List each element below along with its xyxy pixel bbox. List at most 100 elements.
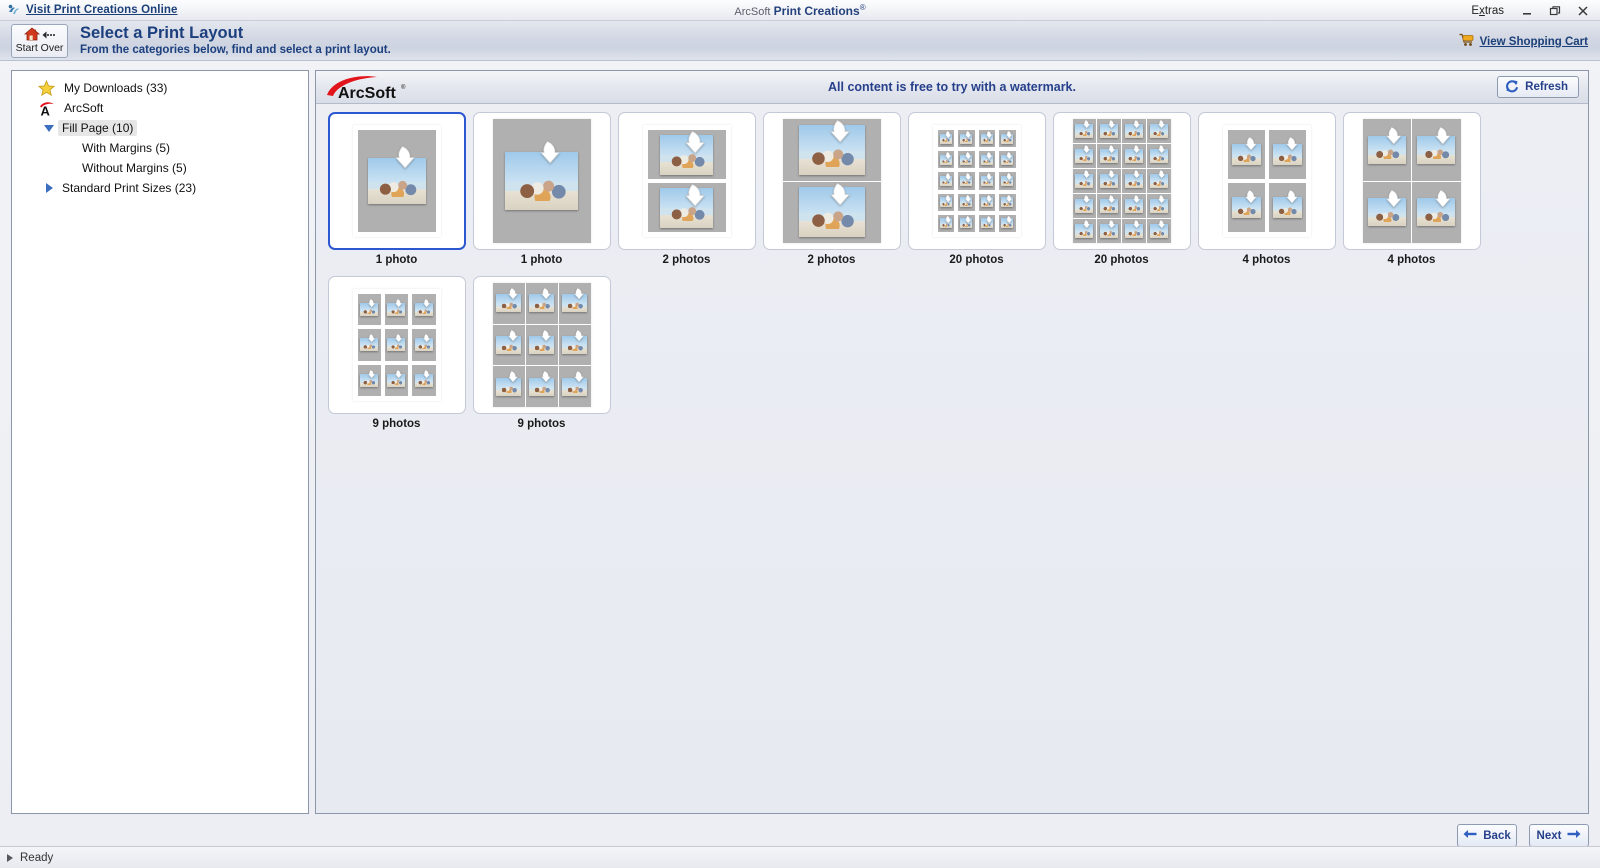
shopping-cart-icon bbox=[1459, 33, 1475, 50]
status-text: Ready bbox=[20, 851, 54, 864]
photo-slot-preview bbox=[958, 194, 975, 211]
photo-slot-preview bbox=[999, 172, 1016, 189]
photo-slot bbox=[1412, 119, 1461, 181]
photo-slot-preview bbox=[979, 172, 996, 189]
tree-item-fill-page-10[interactable]: Fill Page (10) bbox=[12, 118, 308, 138]
photo-slot-preview bbox=[1073, 194, 1097, 218]
photo-slot bbox=[357, 364, 381, 396]
layout-cell: 2 photos bbox=[759, 112, 904, 266]
photo-slot bbox=[1122, 119, 1146, 143]
page-preview bbox=[932, 125, 1021, 237]
photo-slot-preview bbox=[1147, 144, 1171, 168]
photo-slot bbox=[357, 130, 436, 232]
photo-slot bbox=[958, 172, 975, 190]
tree-item-standard-print-sizes-23[interactable]: Standard Print Sizes (23) bbox=[12, 178, 308, 198]
photo-slot-preview bbox=[1147, 219, 1171, 243]
page-preview bbox=[492, 283, 591, 407]
layout-thumbnail-2-photos[interactable] bbox=[762, 112, 901, 250]
start-over-button[interactable]: Start Over bbox=[11, 23, 68, 58]
layout-cell: 20 photos bbox=[1049, 112, 1194, 266]
photo-slot-preview bbox=[979, 194, 996, 211]
drop-arrow-icon bbox=[394, 146, 415, 169]
photo-slot-preview bbox=[526, 325, 558, 366]
layout-caption: 4 photos bbox=[1387, 254, 1436, 266]
drop-arrow-icon bbox=[573, 371, 584, 383]
drop-arrow-icon bbox=[1385, 127, 1402, 145]
drop-arrow-icon bbox=[1157, 145, 1165, 154]
photo-slot-preview bbox=[938, 172, 955, 189]
photo-slot bbox=[412, 364, 436, 396]
print-creations-window: Visit Print Creations Online ArcSoft Pri… bbox=[0, 0, 1600, 868]
photo-slot bbox=[1146, 144, 1171, 168]
tree-item-label: ArcSoft bbox=[64, 101, 104, 115]
drop-arrow-icon bbox=[944, 152, 952, 160]
extras-menu[interactable]: Extras bbox=[1463, 5, 1512, 17]
page-preview bbox=[1362, 119, 1461, 244]
photo-slot bbox=[1072, 119, 1097, 143]
drop-arrow-icon bbox=[395, 299, 403, 308]
drop-arrow-icon bbox=[1108, 195, 1116, 204]
restore-icon[interactable] bbox=[1542, 1, 1568, 20]
photo-slot-preview bbox=[938, 130, 955, 147]
drop-arrow-icon bbox=[1132, 145, 1141, 154]
refresh-button[interactable]: Refresh bbox=[1497, 76, 1579, 98]
drop-arrow-icon bbox=[1083, 120, 1091, 129]
photo-slot bbox=[1072, 169, 1097, 193]
drop-arrow-icon bbox=[965, 152, 972, 160]
layout-thumbnail-9-photos[interactable] bbox=[327, 276, 466, 414]
layout-grid[interactable]: 1 photo 1 photo 2 photos 2 photos 20 photos 2… bbox=[316, 104, 1588, 813]
refresh-label: Refresh bbox=[1525, 81, 1568, 93]
twisty-collapsed-icon[interactable] bbox=[40, 183, 58, 193]
tree-item-my-downloads-33[interactable]: My Downloads (33) bbox=[12, 78, 308, 98]
cart-label: View Shopping Cart bbox=[1479, 35, 1588, 48]
photo-slot bbox=[958, 130, 975, 148]
layout-thumbnail-4-photos[interactable] bbox=[1197, 112, 1336, 250]
photo-slot-preview bbox=[958, 130, 975, 147]
photo-slot bbox=[357, 294, 381, 326]
layout-thumbnail-2-photos[interactable] bbox=[617, 112, 756, 250]
app-title: ArcSoft Print Creations® bbox=[0, 3, 1600, 18]
next-button[interactable]: Next bbox=[1529, 824, 1589, 847]
drop-arrow-icon bbox=[1108, 120, 1116, 129]
photo-slot bbox=[937, 214, 954, 232]
minimize-icon[interactable] bbox=[1514, 1, 1540, 20]
drop-arrow-icon bbox=[684, 131, 705, 154]
photo-slot bbox=[999, 172, 1016, 190]
close-icon[interactable] bbox=[1570, 1, 1596, 20]
view-shopping-cart-link[interactable]: View Shopping Cart bbox=[1459, 33, 1588, 50]
drop-arrow-icon bbox=[1157, 120, 1165, 129]
visit-online-link[interactable]: Visit Print Creations Online bbox=[26, 4, 177, 16]
photo-slot-preview bbox=[1073, 219, 1097, 243]
layout-thumbnail-1-photo[interactable] bbox=[327, 112, 466, 250]
photo-slot bbox=[782, 119, 881, 181]
tree-item-arcsoft[interactable]: A ArcSoft bbox=[12, 98, 308, 118]
layout-thumbnail-1-photo[interactable] bbox=[472, 112, 611, 250]
back-button[interactable]: Back bbox=[1457, 824, 1517, 847]
twisty-expanded-icon[interactable] bbox=[40, 124, 58, 132]
photo-slot bbox=[1412, 181, 1461, 244]
photo-slot-preview bbox=[1412, 182, 1461, 244]
photo-slot-preview bbox=[938, 194, 955, 211]
photo-slot bbox=[1097, 119, 1121, 143]
layout-thumbnail-9-photos[interactable] bbox=[472, 276, 611, 414]
layout-thumbnail-20-photos[interactable] bbox=[1052, 112, 1191, 250]
drop-arrow-icon bbox=[985, 152, 993, 160]
photo-slot-preview bbox=[999, 194, 1016, 211]
layout-thumbnail-20-photos[interactable] bbox=[907, 112, 1046, 250]
layout-caption: 2 photos bbox=[662, 254, 711, 266]
layout-caption: 20 photos bbox=[1094, 254, 1149, 266]
layout-caption: 2 photos bbox=[807, 254, 856, 266]
photo-slot-preview bbox=[358, 365, 381, 396]
drop-arrow-icon bbox=[507, 371, 518, 383]
drop-arrow-icon bbox=[1006, 131, 1013, 139]
drop-arrow-icon bbox=[1132, 195, 1141, 204]
photo-slot-preview bbox=[1269, 183, 1306, 232]
tree-item-without-margins-5[interactable]: Without Margins (5) bbox=[12, 158, 308, 178]
photo-slot bbox=[1362, 119, 1411, 181]
layout-thumbnail-4-photos[interactable] bbox=[1342, 112, 1481, 250]
tree-item-with-margins-5[interactable]: With Margins (5) bbox=[12, 138, 308, 158]
page-preview bbox=[352, 289, 441, 401]
drop-arrow-icon bbox=[1435, 189, 1451, 207]
photo-slot-preview bbox=[412, 365, 435, 396]
arcsoft-logo: ArcSoft ® bbox=[325, 74, 411, 100]
